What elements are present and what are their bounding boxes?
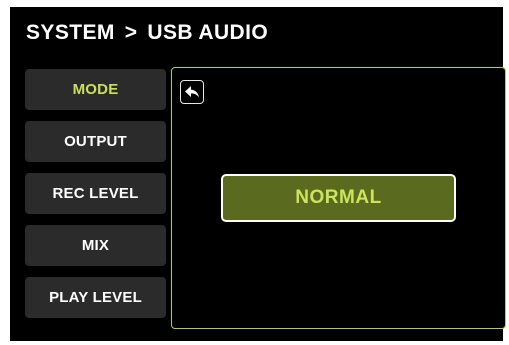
sidebar-item-label: OUTPUT: [64, 133, 127, 150]
mode-value-label: NORMAL: [295, 187, 382, 208]
sidebar-item-label: PLAY LEVEL: [49, 289, 142, 306]
sidebar-item-mode[interactable]: MODE: [25, 69, 166, 110]
sidebar-item-play-level[interactable]: PLAY LEVEL: [25, 277, 166, 318]
sidebar-item-rec-level[interactable]: REC LEVEL: [25, 173, 166, 214]
breadcrumb: SYSTEM > USB AUDIO: [26, 21, 268, 45]
device-screen: SYSTEM > USB AUDIO MODE OUTPUT REC LEVEL M…: [10, 7, 506, 341]
breadcrumb-section: SYSTEM: [26, 21, 115, 44]
sidebar-item-mix[interactable]: MIX: [25, 225, 166, 266]
back-button[interactable]: [180, 80, 204, 104]
breadcrumb-separator: >: [124, 21, 138, 44]
content-panel: NORMAL: [171, 67, 506, 329]
sidebar-item-output[interactable]: OUTPUT: [25, 121, 166, 162]
sidebar-item-label: MODE: [72, 81, 119, 98]
breadcrumb-page: USB AUDIO: [147, 21, 269, 44]
sidebar-item-label: REC LEVEL: [52, 185, 139, 202]
mode-value-button[interactable]: NORMAL: [221, 174, 456, 222]
back-arrow-icon: [185, 86, 199, 98]
sidebar-item-label: MIX: [81, 237, 110, 254]
